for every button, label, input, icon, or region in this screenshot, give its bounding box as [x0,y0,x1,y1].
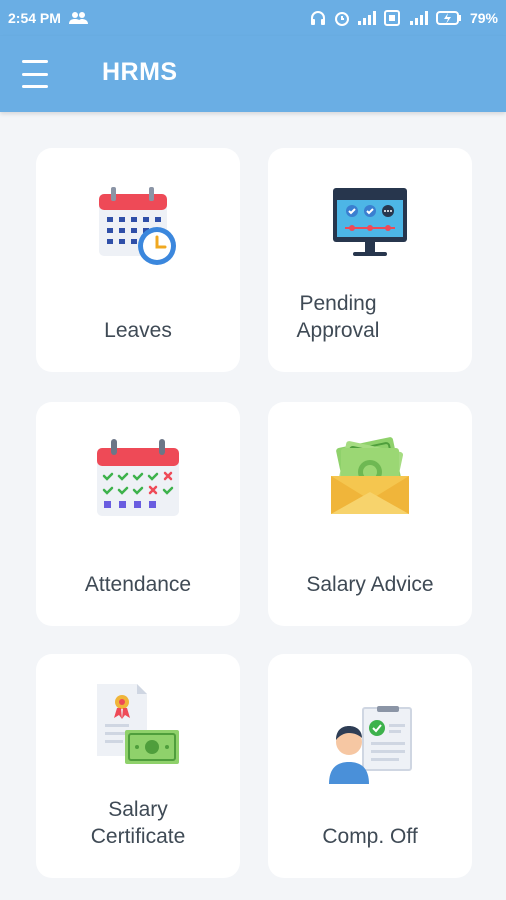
tile-attendance[interactable]: Attendance [36,402,240,626]
menu-grid: Leaves Pending Approval Attendance Salar… [0,112,506,900]
volte-icon [383,10,400,26]
hamburger-menu-icon[interactable] [22,60,58,88]
tile-label: Leaves [104,319,172,342]
tile-salary-certificate[interactable]: Salary Certificate [36,654,240,878]
monitor-approval-icon [325,182,415,282]
app-bar: HRMS [0,36,506,112]
calendar-clock-icon [93,182,183,282]
calendar-check-icon [93,436,183,536]
tile-leaves[interactable]: Leaves [36,148,240,372]
status-bar: 2:54 PM 79% [0,0,506,36]
battery-charging-icon [435,11,462,25]
alarm-icon [334,10,350,26]
signal-4g-icon [408,11,428,25]
people-icon [68,11,89,25]
tile-label: Salary Advice [306,573,434,596]
status-time: 2:54 PM [8,10,61,26]
money-envelope-icon [325,436,415,536]
app-title: HRMS [102,58,178,86]
tile-comp-off[interactable]: Comp. Off [268,654,472,878]
battery-percent: 79% [469,10,498,26]
tile-pending-approval[interactable]: Pending Approval [268,148,472,372]
tile-label: Pending Approval [296,292,380,342]
tile-label: Salary Certificate [90,798,186,848]
headphones-icon [310,10,326,26]
tile-label: Attendance [84,573,192,596]
certificate-money-icon [93,682,183,782]
tile-salary-advice[interactable]: Salary Advice [268,402,472,626]
person-document-icon [325,706,415,806]
signal-icon [357,11,376,25]
tile-label: Comp. Off [322,825,418,848]
